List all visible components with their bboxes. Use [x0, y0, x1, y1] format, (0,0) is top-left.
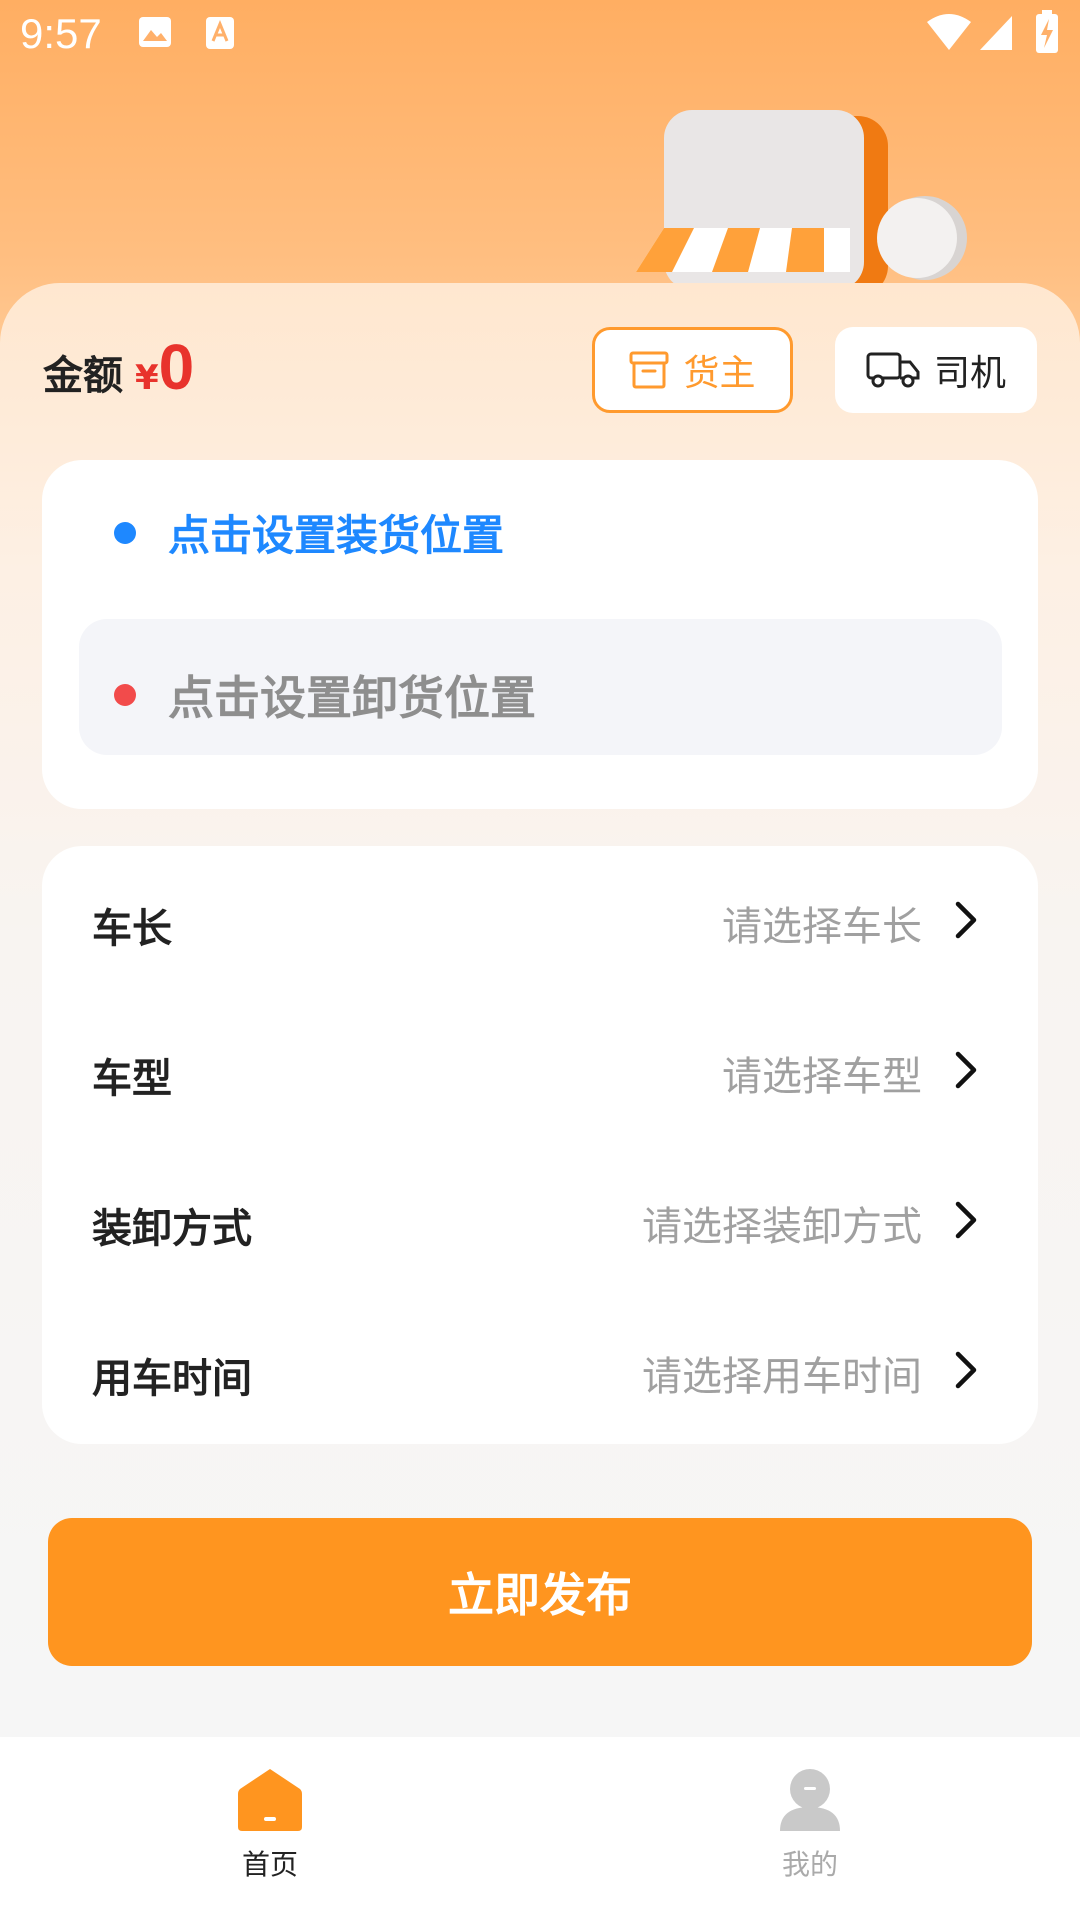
chevron-right-icon: [955, 901, 977, 939]
role-driver-button[interactable]: 司机: [835, 327, 1037, 413]
option-row-vehicle-type[interactable]: 车型 请选择车型: [42, 1020, 1038, 1120]
status-bar: 9:57: [0, 0, 1080, 72]
option-label: 车长: [92, 906, 172, 952]
chevron-right-icon: [955, 1351, 977, 1389]
tab-mine[interactable]: 我的: [710, 1767, 910, 1883]
unload-dot: [114, 684, 136, 706]
publish-button[interactable]: 立即发布: [48, 1518, 1032, 1666]
unload-location-text: 点击设置卸货位置: [168, 671, 536, 725]
battery-charging-icon: [1036, 10, 1058, 53]
load-location-text: 点击设置装货位置: [168, 511, 505, 560]
option-label: 用车时间: [92, 1356, 252, 1402]
option-placeholder: 请选择装卸方式: [642, 1204, 922, 1250]
option-label: 车型: [92, 1056, 172, 1102]
tab-mine-label: 我的: [781, 1848, 838, 1881]
role-owner-button[interactable]: 货主: [592, 327, 793, 413]
home-icon: [238, 1769, 302, 1831]
amount-display: 金额 ¥ 0: [43, 330, 194, 410]
archive-box-icon: [629, 351, 669, 389]
unload-location-button[interactable]: 点击设置卸货位置: [114, 662, 536, 728]
option-placeholder: 请选择车长: [722, 904, 922, 950]
tab-home[interactable]: 首页: [170, 1767, 370, 1883]
option-placeholder: 请选择车型: [722, 1054, 922, 1100]
option-label: 装卸方式: [92, 1206, 252, 1252]
status-time: 9:57: [20, 10, 102, 57]
publish-button-label: 立即发布: [448, 1568, 632, 1622]
text-notification-icon: [206, 17, 234, 49]
option-row-vehicle-length[interactable]: 车长 请选择车长: [42, 870, 1038, 970]
wifi-icon: [927, 14, 971, 50]
truck-icon: [866, 352, 920, 388]
tab-home-label: 首页: [241, 1848, 298, 1881]
option-row-loading-method[interactable]: 装卸方式 请选择装卸方式: [42, 1170, 1038, 1270]
role-owner-label: 货主: [683, 353, 756, 394]
option-row-use-time[interactable]: 用车时间 请选择用车时间: [42, 1320, 1038, 1420]
load-dot: [114, 521, 136, 544]
role-driver-label: 司机: [933, 353, 1006, 394]
gallery-notification-icon: [139, 17, 171, 47]
amount-value: 0: [158, 331, 195, 403]
storefront-illustration: [636, 110, 967, 290]
user-icon: [780, 1769, 840, 1831]
chevron-right-icon: [955, 1201, 977, 1239]
signal-icon: [980, 16, 1012, 50]
option-placeholder: 请选择用车时间: [642, 1354, 922, 1400]
amount-label: 金额: [43, 353, 123, 399]
chevron-right-icon: [955, 1051, 977, 1089]
bottom-tab-bar: 首页 我的: [0, 1737, 1080, 1920]
currency-symbol: ¥: [135, 358, 159, 398]
load-location-button[interactable]: 点击设置装货位置: [114, 502, 504, 563]
